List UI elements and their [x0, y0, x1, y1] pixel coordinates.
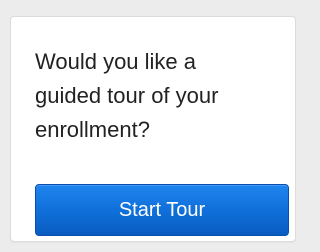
- tour-prompt-text: Would you like a guided tour of your enr…: [35, 45, 285, 147]
- tour-prompt-line-2: guided tour of your: [35, 83, 219, 108]
- tour-prompt-line-1: Would you like a: [35, 49, 197, 74]
- page: Would you like a guided tour of your enr…: [0, 0, 306, 252]
- start-tour-button[interactable]: Start Tour: [35, 184, 289, 236]
- tour-prompt-line-3: enrollment?: [35, 117, 150, 142]
- tour-prompt-card: Would you like a guided tour of your enr…: [10, 16, 296, 242]
